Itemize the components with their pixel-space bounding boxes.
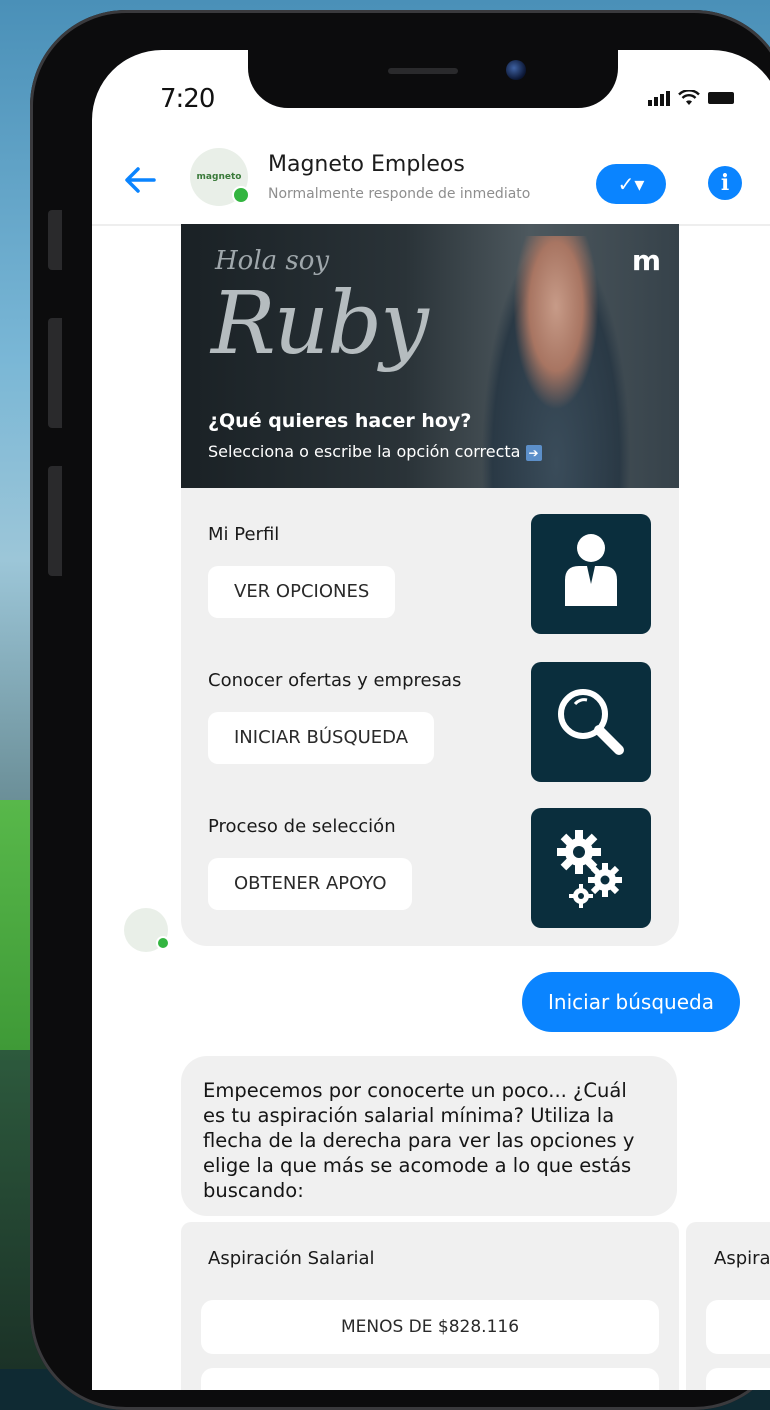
start-search-button[interactable]: INICIAR BÚSQUEDA [208,712,435,764]
phone-frame: 7:20 magneto Magneto Empleos Normalmente… [30,10,770,1410]
option-title: Proceso de selección [208,816,396,837]
hero-name: Ruby [211,274,429,374]
brand-mark: m [631,244,661,277]
hero-subtitle: Selecciona o escribe la opción correcta … [208,442,542,461]
status-icons [648,90,734,106]
hero-subtitle-text: Selecciona o escribe la opción correcta [208,442,521,461]
notch [248,50,618,108]
view-options-button[interactable]: VER OPCIONES [208,566,396,618]
search-icon [531,662,651,782]
speaker [388,68,458,74]
mute-switch [48,210,62,270]
salary-option[interactable] [201,1368,659,1390]
hero-question: ¿Qué quieres hacer hoy? [208,410,472,432]
salary-option-next[interactable] [706,1300,770,1354]
signal-icon [648,90,670,106]
user-icon [531,514,651,634]
avatar[interactable]: magneto [190,148,250,206]
bot-avatar [124,908,170,952]
volume-up-button [48,318,62,428]
camera [506,60,526,80]
hero-banner: Hola soy Ruby m ¿Qué quieres hacer hoy? … [181,224,679,488]
salary-title-next: Aspirac [714,1248,770,1269]
page-status: Normalmente responde de inmediato [268,186,531,202]
wifi-icon [678,90,700,105]
salary-option-next[interactable] [706,1368,770,1390]
subscribe-button[interactable]: ✓▾ [596,164,666,204]
info-icon[interactable]: i [708,166,742,200]
page-title[interactable]: Magneto Empleos [268,152,465,177]
salary-title: Aspiración Salarial [208,1248,375,1269]
online-indicator [232,186,250,204]
options-card: Hola soy Ruby m ¿Qué quieres hacer hoy? … [181,224,679,946]
online-indicator [156,936,170,950]
chat-header: magneto Magneto Empleos Normalmente resp… [92,136,770,226]
user-message-bubble: Iniciar búsqueda [522,972,740,1032]
status-time: 7:20 [160,84,215,114]
option-title: Conocer ofertas y empresas [208,670,462,691]
salary-card-next: Aspirac [686,1222,770,1390]
salary-card: Aspiración Salarial MENOS DE $828.116 [181,1222,679,1390]
magneto-logo: magneto [196,172,242,182]
get-support-button[interactable]: OBTENER APOYO [208,858,413,910]
phone-screen: 7:20 magneto Magneto Empleos Normalmente… [92,50,770,1390]
volume-down-button [48,466,62,576]
gears-icon [531,808,651,928]
option-title: Mi Perfil [208,524,280,545]
battery-icon [708,92,734,104]
salary-option[interactable]: MENOS DE $828.116 [201,1300,659,1354]
bot-message-bubble: Empecemos por conocerte un poco... ¿Cuál… [181,1056,677,1216]
hero-greeting: Hola soy [215,246,330,276]
arrow-right-icon: ➔ [525,444,542,461]
back-arrow-icon[interactable] [120,160,160,200]
